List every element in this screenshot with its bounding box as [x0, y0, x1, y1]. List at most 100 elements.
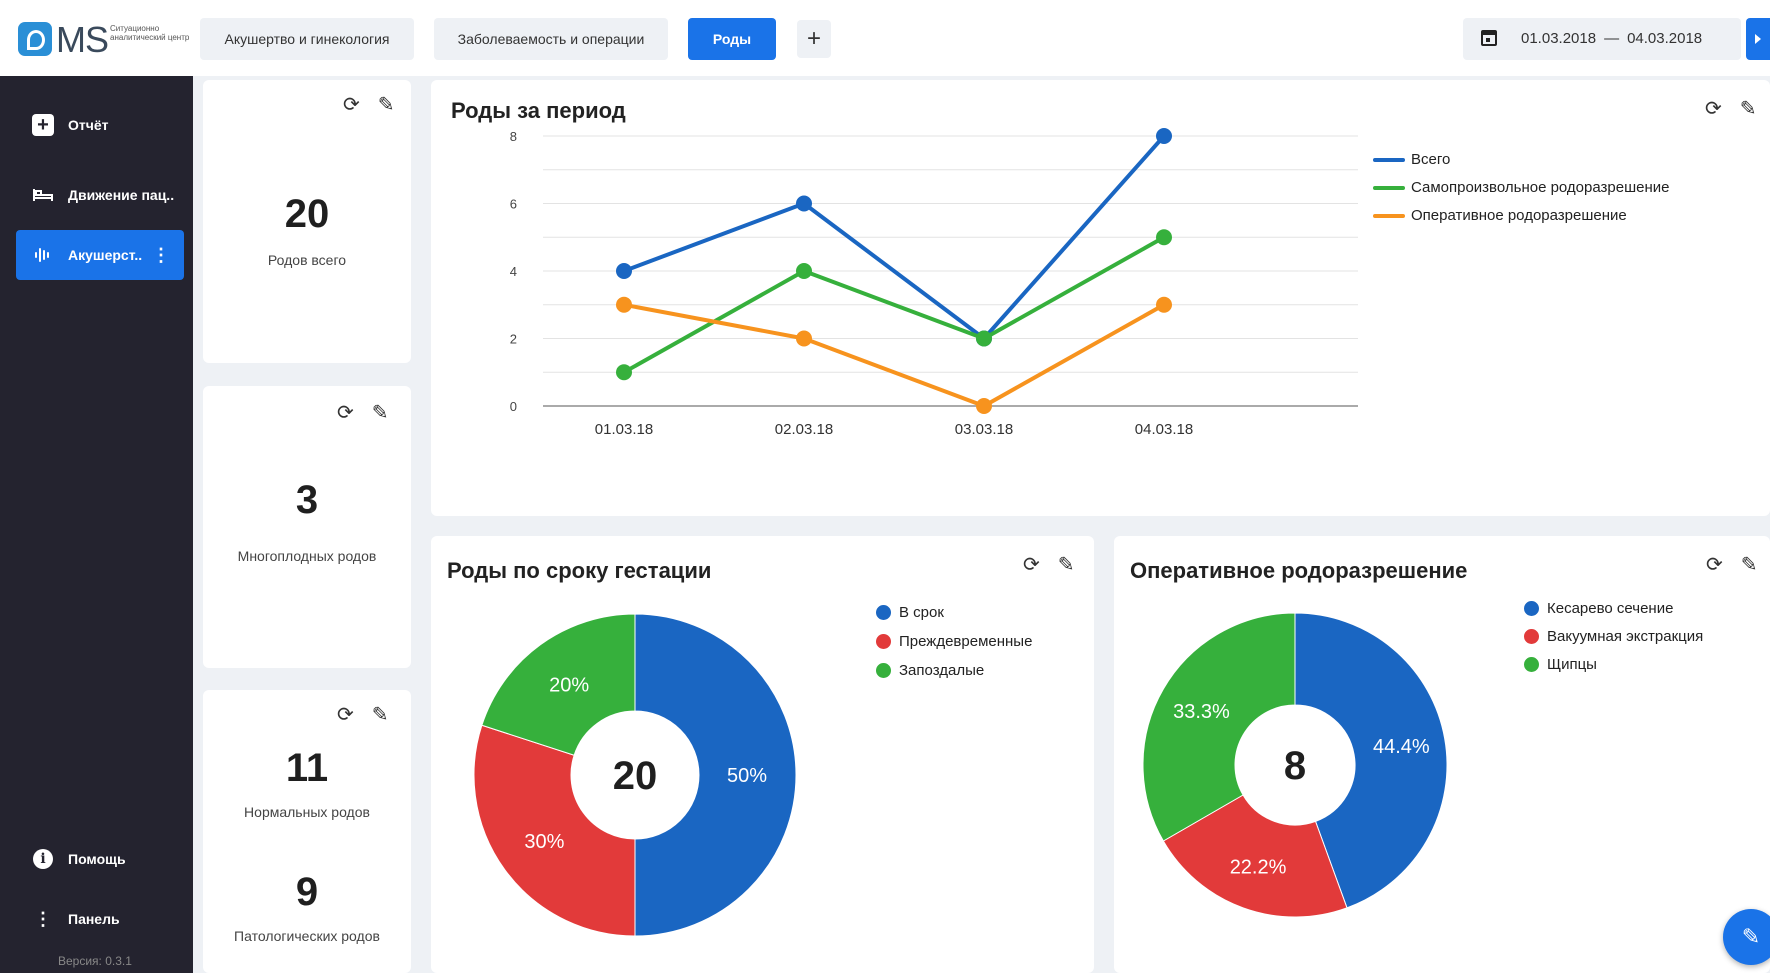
legend-label: Запоздалые: [899, 662, 985, 679]
chart-card-operative-delivery: Оперативное родоразрешение ⟳ ✎ 44.4% 22.2%…: [1114, 536, 1770, 973]
tab-label: Заболеваемость и операции: [457, 31, 645, 47]
slice-label: 22.2%: [1230, 856, 1287, 878]
legend-item[interactable]: Вакуумная экстракция: [1524, 628, 1703, 645]
legend-swatch: [876, 634, 891, 649]
sidebar-item-obstetrics[interactable]: Акушерст.. ⋮: [16, 230, 184, 280]
edit-icon[interactable]: ✎: [378, 92, 395, 117]
pie-slice: [1142, 612, 1296, 842]
kpi-card-normal-pathological: ⟳ ✎ 11 Нормальных родов 9 Патологических …: [203, 690, 411, 973]
data-point: [1156, 296, 1172, 313]
logo-subtitle: Ситуационно аналитический центр: [110, 24, 190, 42]
legend-swatch: [1373, 185, 1405, 190]
sidebar-item-help[interactable]: i Помощь: [16, 834, 184, 884]
donut-chart-gestation: 50% 30% 20% 20: [473, 613, 797, 937]
info-icon: i: [30, 846, 56, 872]
edit-fab-button[interactable]: ✎: [1723, 909, 1770, 965]
slice-label: 44.4%: [1373, 736, 1430, 758]
kebab-menu-icon[interactable]: ⋮: [152, 245, 170, 266]
slice-label: 50%: [727, 765, 767, 787]
tab-morbidity-operations[interactable]: Заболеваемость и операции: [434, 18, 668, 60]
version-text: Версия: 0.3.1: [58, 954, 132, 968]
pie-slice: [634, 613, 797, 937]
tab-births[interactable]: Роды: [688, 18, 776, 60]
next-period-button[interactable]: [1746, 18, 1770, 60]
legend-swatch: [876, 663, 891, 678]
legend-swatch: [1373, 213, 1405, 218]
kebab-icon: ⋮: [34, 908, 52, 929]
sidebar-item-label: Отчёт: [68, 117, 109, 133]
sidebar-item-label: Помощь: [68, 851, 126, 867]
sidebar: + Отчёт Движение пац.. Акушерст.. ⋮ i По…: [0, 76, 193, 973]
refresh-icon[interactable]: ⟳: [337, 702, 354, 727]
y-tick-label: 0: [510, 399, 517, 414]
sidebar-item-label: Акушерст..: [68, 247, 143, 263]
data-point: [976, 330, 992, 347]
data-point: [1156, 229, 1172, 246]
app-logo[interactable]: MS Ситуационно аналитический центр: [18, 19, 190, 60]
legend-label: Вакуумная экстракция: [1547, 628, 1704, 645]
sidebar-item-report[interactable]: + Отчёт: [16, 100, 184, 150]
kpi-label-pathological: Патологических родов: [234, 928, 380, 944]
legend-label: Оперативное родоразрешение: [1411, 207, 1627, 224]
edit-icon[interactable]: ✎: [372, 702, 389, 727]
legend-item[interactable]: Щипцы: [1524, 656, 1597, 673]
legend-label: Кесарево сечение: [1547, 600, 1674, 617]
y-tick-label: 6: [510, 197, 517, 212]
kpi-label: Родов всего: [267, 252, 347, 268]
y-tick-label: 4: [510, 264, 517, 279]
legend-item[interactable]: Преждевременные: [876, 633, 1032, 650]
legend-item[interactable]: Самопроизвольное родоразрешение: [1373, 179, 1670, 196]
kpi-card-total-births: ⟳ ✎ 20 Родов всего: [203, 80, 411, 363]
data-point: [796, 263, 812, 279]
refresh-icon[interactable]: ⟳: [337, 400, 354, 425]
refresh-icon[interactable]: ⟳: [343, 92, 360, 117]
legend-label: Всего: [1411, 151, 1451, 168]
sidebar-item-panel[interactable]: ⋮ Панель: [16, 894, 184, 944]
chart-card-gestation: Роды по сроку гестации ⟳ ✎ 50% 30% 20% 20 В …: [431, 536, 1094, 973]
date-range-picker[interactable]: 01.03.2018 — 04.03.2018: [1463, 18, 1741, 60]
plus-icon: +: [806, 25, 821, 52]
y-tick-label: 8: [510, 129, 517, 144]
plus-square-icon: +: [30, 112, 56, 138]
data-point: [616, 263, 632, 279]
kpi-label-normal: Нормальных родов: [244, 804, 370, 820]
donut-center-value: 20: [613, 754, 658, 798]
data-point: [616, 364, 632, 381]
bed-icon: [30, 182, 56, 208]
logo-mark-icon: [18, 22, 52, 56]
legend-label: Самопроизвольное родоразрешение: [1411, 179, 1670, 196]
data-point: [976, 398, 992, 414]
legend-swatch: [1373, 157, 1405, 162]
data-point: [1156, 128, 1172, 144]
logo-text: MS: [56, 19, 109, 60]
line-chart: 0 2 4 6 8 01.03.18 02.03.18 03.03.18 04.03.18: [510, 128, 1358, 438]
legend-item[interactable]: Оперативное родоразрешение: [1373, 207, 1627, 224]
date-from: 01.03.2018: [1521, 30, 1597, 47]
y-tick-label: 2: [510, 332, 517, 347]
legend-swatch: [876, 605, 891, 620]
slice-label: 30%: [524, 831, 564, 853]
calendar-icon: [1481, 30, 1497, 46]
legend-item[interactable]: Запоздалые: [876, 662, 984, 679]
legend-item[interactable]: Кесарево сечение: [1524, 600, 1673, 617]
kpi-value-normal: 11: [285, 746, 329, 790]
series-line: [623, 302, 1165, 408]
legend-item[interactable]: В срок: [876, 604, 944, 621]
pencil-icon: ✎: [1741, 924, 1761, 949]
add-tab-button[interactable]: +: [797, 20, 831, 58]
x-tick-label: 03.03.18: [955, 421, 1013, 438]
x-tick-label: 01.03.18: [595, 421, 653, 438]
chart-card-births-period: Роды за период ⟳ ✎ 0 2 4 6 8 01.03.18 02.03.18 0…: [431, 80, 1770, 516]
tab-obstetrics-gynecology[interactable]: Акушертво и гинекология: [200, 18, 414, 60]
date-separator: —: [1604, 30, 1620, 47]
tab-label: Акушертво и гинекология: [224, 31, 390, 47]
sidebar-item-patient-movement[interactable]: Движение пац..: [16, 170, 184, 220]
x-tick-label: 04.03.18: [1135, 421, 1193, 438]
top-bar: MS Ситуационно аналитический центр Акуше…: [0, 0, 1770, 76]
legend-swatch: [1524, 629, 1539, 644]
kpi-label: Многоплодных родов: [237, 548, 377, 564]
kpi-value: 3: [295, 478, 319, 522]
edit-icon[interactable]: ✎: [372, 400, 389, 425]
legend-item[interactable]: Всего: [1373, 151, 1450, 168]
date-range-text: 01.03.2018 — 04.03.2018: [1521, 30, 1702, 47]
